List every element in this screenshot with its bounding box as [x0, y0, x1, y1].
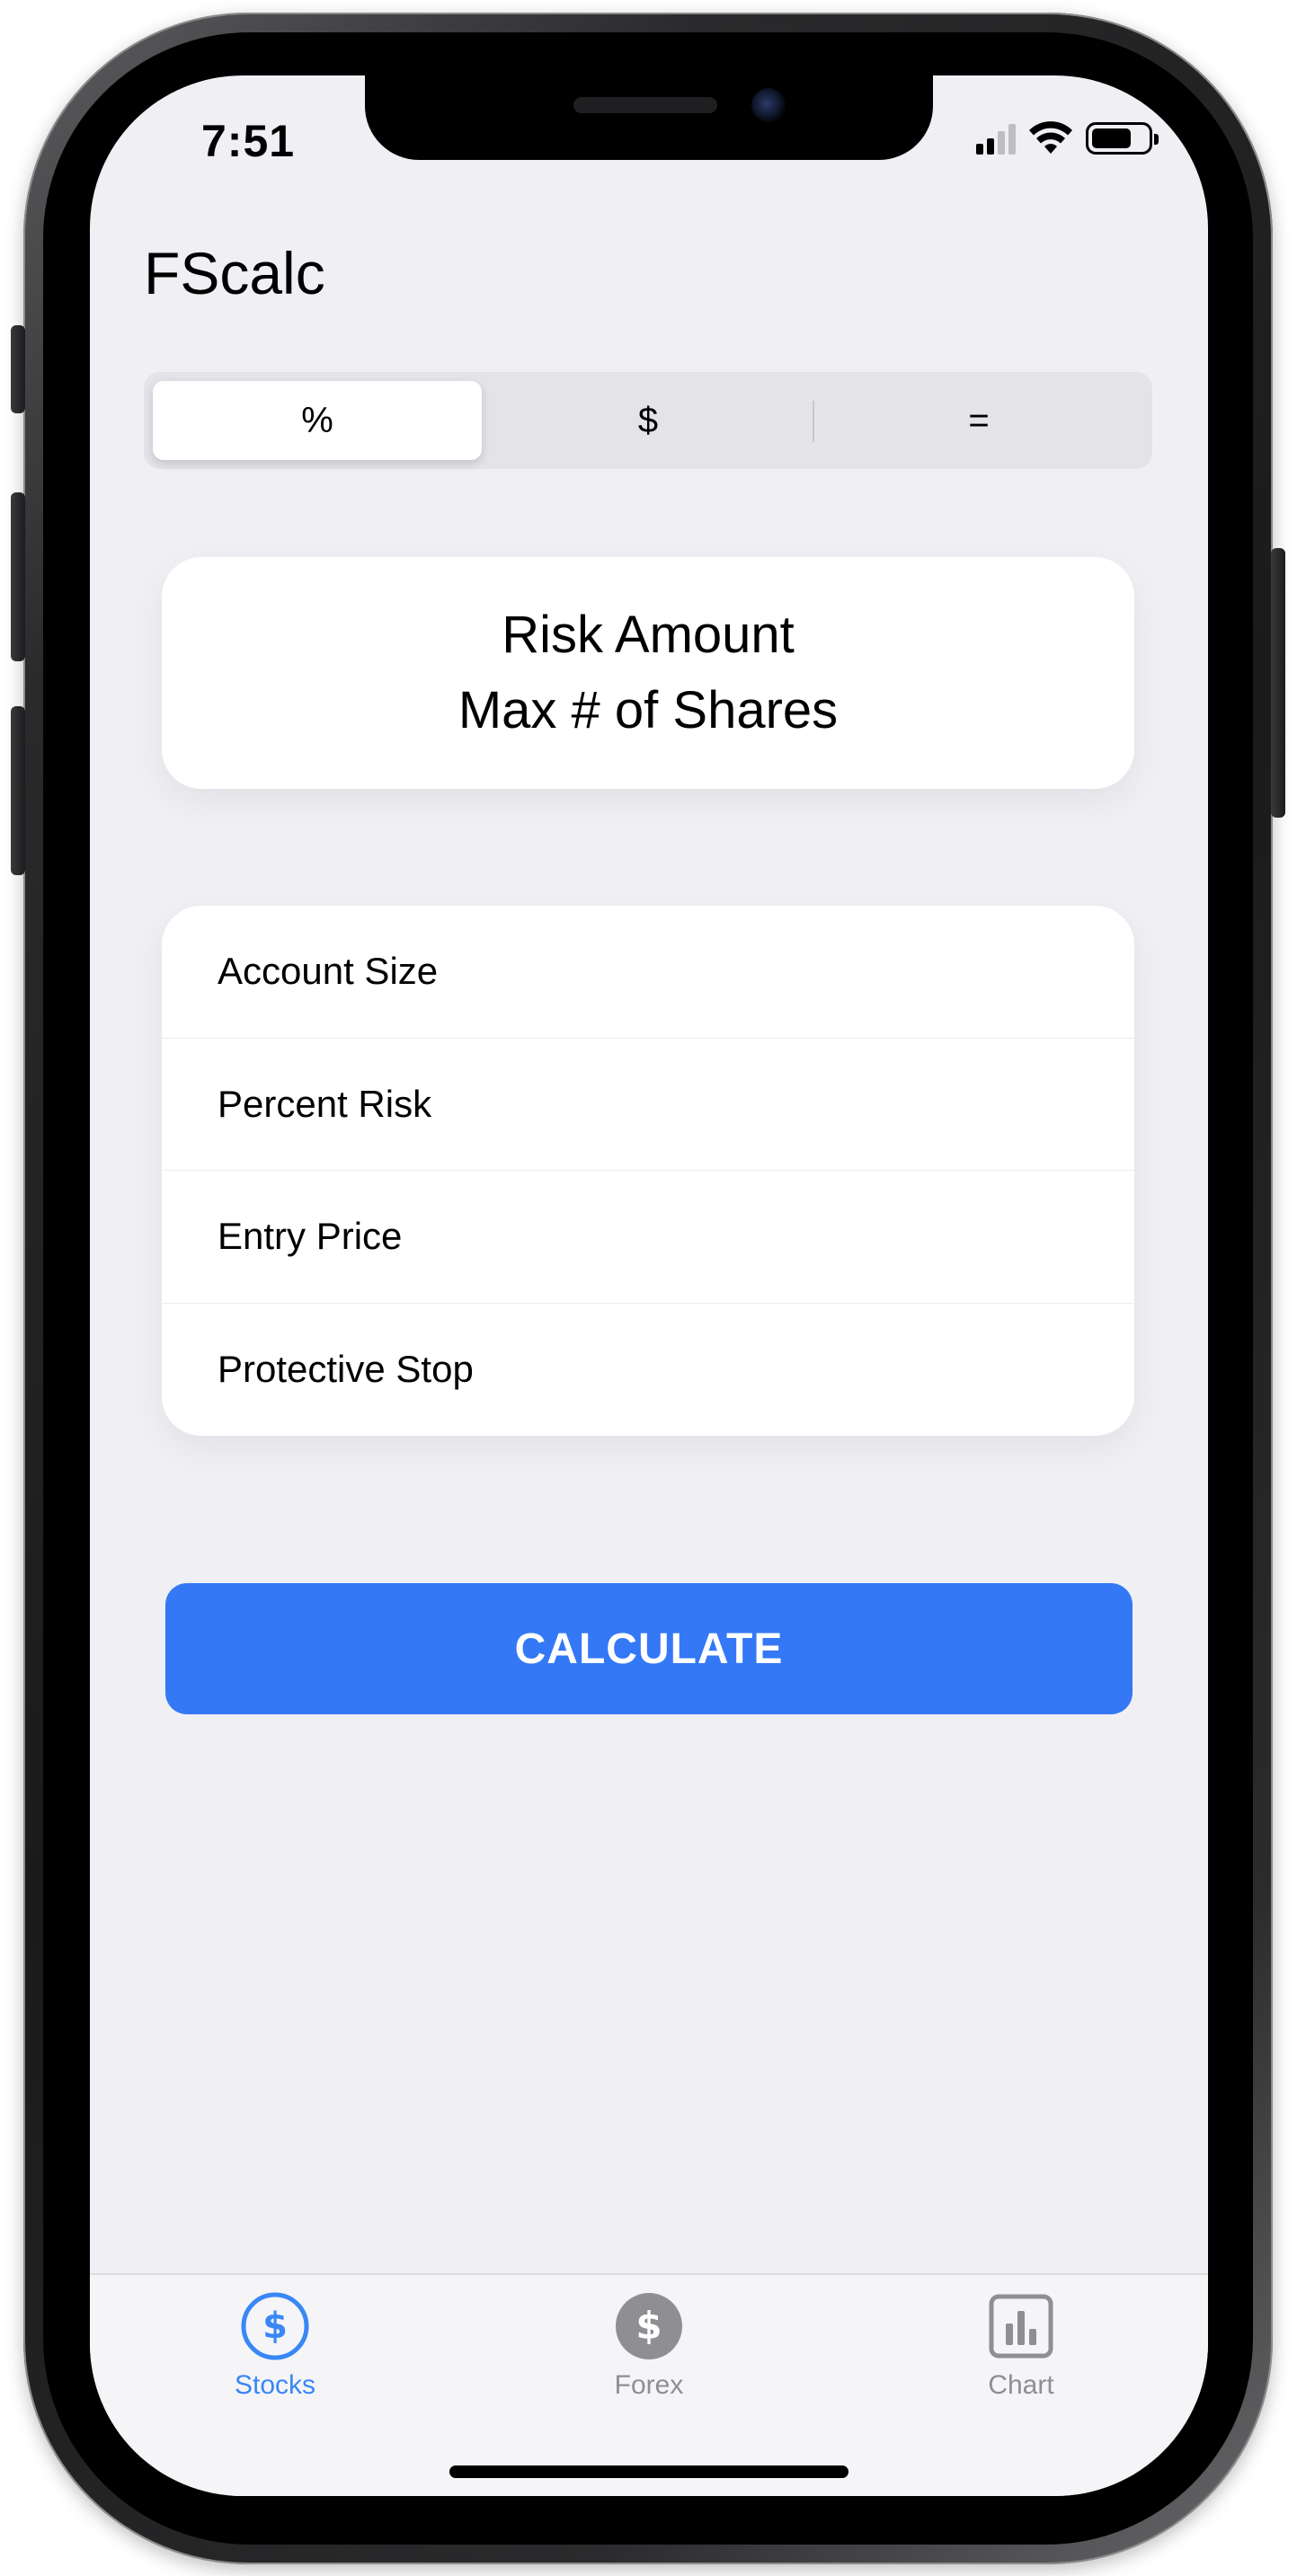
tab-label-chart: Chart [988, 2370, 1054, 2400]
speaker-grille [573, 97, 717, 113]
protective-stop-field[interactable] [216, 1347, 1134, 1393]
protective-stop-row [162, 1304, 1134, 1437]
bar-chart-icon [986, 2291, 1056, 2361]
tab-label-stocks: Stocks [234, 2370, 316, 2400]
percent-risk-row [162, 1039, 1134, 1171]
screen: 7:51 FScalc % $ = Risk Amount Max # of S… [90, 75, 1208, 2496]
status-icons [976, 120, 1159, 156]
mode-segmented-control[interactable]: % $ = [144, 372, 1152, 469]
max-shares-label: Max # of Shares [458, 681, 839, 739]
page-title: FScalc [144, 240, 325, 306]
calculate-button[interactable]: CALCULATE [165, 1583, 1133, 1714]
tab-bar: $ Stocks $ Forex Chart [90, 2273, 1208, 2496]
tab-chart[interactable]: Chart [931, 2291, 1111, 2401]
account-size-row [162, 906, 1134, 1039]
volume-up-button [11, 492, 25, 661]
tab-label-forex: Forex [614, 2370, 684, 2400]
cellular-signal-icon [976, 122, 1016, 155]
status-time: 7:51 [201, 116, 296, 166]
tab-stocks[interactable]: $ Stocks [185, 2291, 365, 2401]
power-button [1271, 548, 1285, 818]
input-form [162, 906, 1134, 1436]
front-camera [751, 88, 786, 122]
svg-text:$: $ [262, 2306, 288, 2347]
svg-text:$: $ [635, 2304, 662, 2348]
home-indicator[interactable] [449, 2465, 848, 2478]
result-card: Risk Amount Max # of Shares [162, 557, 1134, 789]
silent-switch [11, 325, 25, 413]
risk-amount-label: Risk Amount [502, 606, 795, 664]
account-size-field[interactable] [216, 949, 1134, 995]
wifi-icon [1029, 121, 1072, 154]
notch [365, 75, 933, 160]
battery-icon [1086, 122, 1159, 155]
segment-percent[interactable]: % [153, 381, 482, 460]
entry-price-row [162, 1171, 1134, 1304]
tab-forex[interactable]: $ Forex [559, 2291, 739, 2401]
dollar-circle-filled-icon: $ [614, 2291, 684, 2361]
segment-dollar[interactable]: $ [484, 381, 813, 460]
dollar-circle-icon: $ [240, 2291, 310, 2361]
percent-risk-field[interactable] [216, 1081, 1134, 1127]
segment-equals[interactable]: = [814, 381, 1143, 460]
volume-down-button [11, 706, 25, 875]
entry-price-field[interactable] [216, 1214, 1134, 1260]
